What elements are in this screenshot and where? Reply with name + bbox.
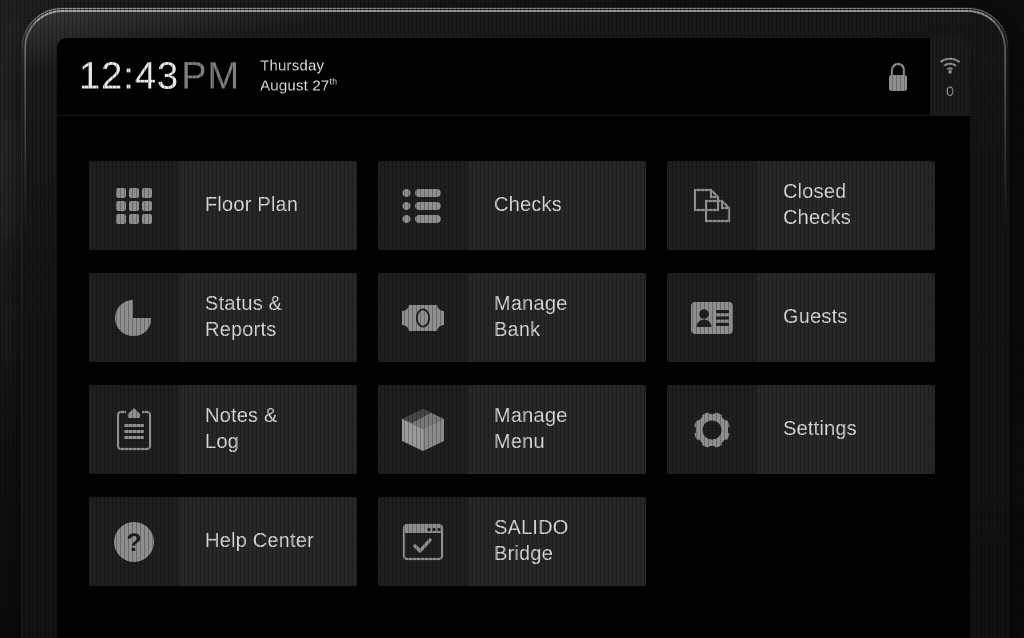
bulleted-list-icon [378, 161, 468, 250]
date-month-day: August 27th [260, 76, 337, 96]
tile-manage-menu[interactable]: Manage Menu [378, 385, 646, 474]
clock-time: 12:43 [79, 55, 180, 97]
tile-label-wrap: Status & Reports [179, 273, 357, 362]
tile-notes-log[interactable]: Notes & Log [89, 385, 357, 474]
pie-chart-icon [89, 273, 179, 362]
svg-text:?: ? [126, 529, 141, 557]
tile-label-wrap: Checks [468, 161, 646, 250]
tile-label-wrap: Guests [757, 273, 935, 362]
tile-label-salido-bridge: SALIDO Bridge [494, 516, 569, 565]
gear-icon [667, 385, 757, 474]
grid-3x3-icon [89, 161, 179, 250]
wifi-icon [938, 56, 962, 74]
banknote-icon [378, 273, 468, 362]
tile-label-wrap: SALIDO Bridge [468, 497, 646, 586]
tile-closed-checks[interactable]: Closed Checks [667, 161, 935, 250]
wifi-count-label: 0 [946, 83, 954, 99]
tile-label-wrap: Closed Checks [757, 161, 935, 250]
tile-label-manage-menu: Manage Menu [494, 404, 568, 453]
tile-status-reports[interactable]: Status & Reports [89, 273, 357, 362]
tile-label-notes-log: Notes & Log [205, 404, 278, 453]
window-check-icon [378, 497, 468, 586]
tile-label-wrap: Notes & Log [179, 385, 357, 474]
home-tile-grid: Floor Plan Checks Closed Checks Status &… [89, 161, 941, 586]
tile-label-wrap: Floor Plan [179, 161, 357, 250]
clipboard-icon [89, 385, 179, 474]
tile-label-wrap: Help Center [179, 497, 357, 586]
tile-manage-bank[interactable]: Manage Bank [378, 273, 646, 362]
tile-label-checks: Checks [494, 193, 562, 216]
tile-label-wrap: Manage Bank [468, 273, 646, 362]
clock-group: 12:43 PM Thursday August 27th [79, 55, 337, 98]
tile-label-help-center: Help Center [205, 529, 314, 552]
tile-settings[interactable]: Settings [667, 385, 935, 474]
clock-ampm: PM [181, 55, 241, 97]
tile-label-wrap: Settings [757, 385, 935, 474]
cube-box-icon [378, 385, 468, 474]
tile-label-settings: Settings [783, 417, 857, 440]
tablet-screen: 12:43 PM Thursday August 27th 0 Floor Pl… [57, 38, 970, 638]
tile-floor-plan[interactable]: Floor Plan [89, 161, 357, 250]
wifi-status-panel[interactable]: 0 [930, 38, 970, 116]
date-text: August 27 [260, 77, 330, 94]
date-ordinal: th [329, 76, 338, 86]
id-card-icon [667, 273, 757, 362]
date-day: Thursday [260, 57, 325, 75]
tile-guests[interactable]: Guests [667, 273, 935, 362]
tile-help-center[interactable]: ? Help Center [89, 497, 357, 586]
tile-label-floor-plan: Floor Plan [205, 193, 299, 216]
tablet-device: 12:43 PM Thursday August 27th 0 Floor Pl… [22, 8, 1008, 638]
copy-documents-icon [667, 161, 757, 250]
date-group: Thursday August 27th [260, 57, 337, 96]
tile-label-status-reports: Status & Reports [205, 292, 283, 341]
tile-checks[interactable]: Checks [378, 161, 646, 250]
background-blur-shape [1006, 420, 1024, 510]
tile-label-wrap: Manage Menu [468, 385, 646, 474]
lock-icon[interactable] [884, 60, 912, 94]
tile-salido-bridge[interactable]: SALIDO Bridge [378, 497, 646, 586]
background-blur-shape [0, 120, 20, 240]
tile-label-guests: Guests [783, 305, 848, 328]
background-blur-shape [4, 300, 16, 370]
tile-label-manage-bank: Manage Bank [494, 292, 568, 341]
clock: 12:43 PM [79, 55, 240, 98]
tile-label-closed-checks: Closed Checks [783, 180, 851, 229]
desk-background: 12:43 PM Thursday August 27th 0 Floor Pl… [0, 0, 1024, 638]
status-bar: 12:43 PM Thursday August 27th 0 [57, 38, 970, 116]
question-circle-icon: ? [89, 497, 179, 586]
